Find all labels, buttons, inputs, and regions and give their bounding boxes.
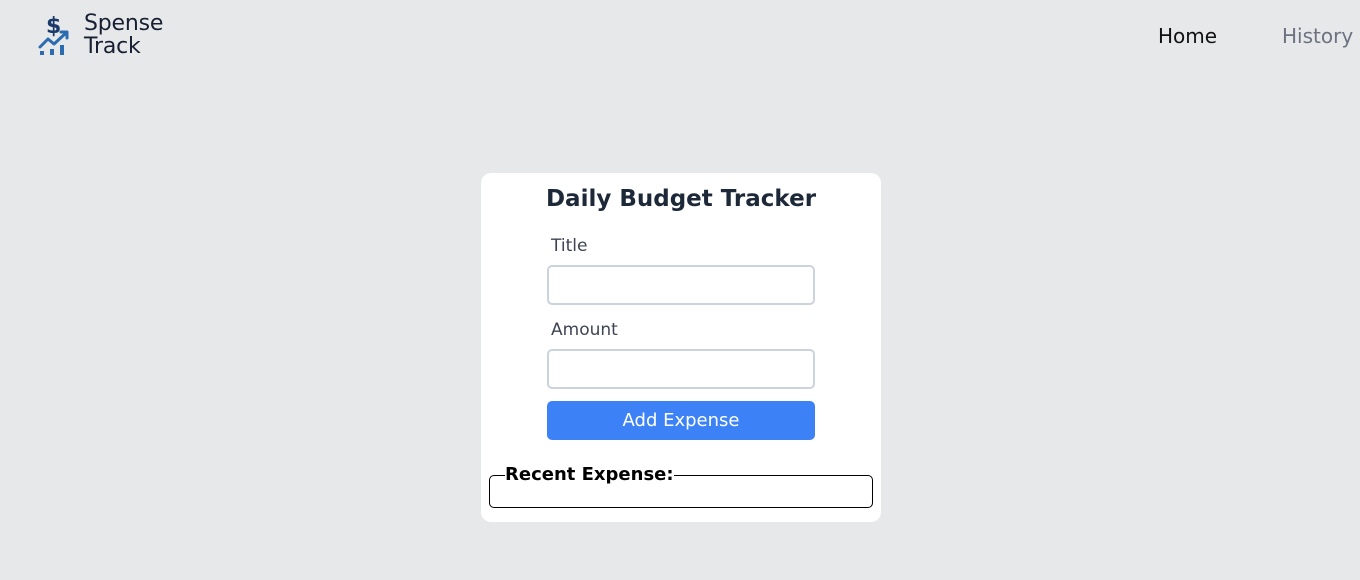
card-title: Daily Budget Tracker [545, 186, 817, 212]
add-expense-button[interactable]: Add Expense [547, 401, 815, 440]
app-name-line1: Spense [84, 11, 164, 36]
amount-input[interactable] [547, 349, 815, 389]
recent-expense-box: Recent Expense: [489, 466, 873, 508]
dollar-chart-icon: $ [38, 14, 69, 55]
nav-home-link[interactable]: Home [1158, 24, 1228, 48]
recent-expense-legend: Recent Expense: [505, 464, 674, 485]
app-name-line2: Track [84, 34, 141, 59]
svg-text:$: $ [46, 14, 61, 39]
amount-label: Amount [551, 320, 618, 340]
app-logo[interactable]: $ Spense Track [34, 12, 163, 58]
nav-history-link[interactable]: History [1282, 24, 1360, 48]
budget-card: Daily Budget Tracker Title Amount Add Ex… [481, 173, 881, 522]
title-input[interactable] [547, 265, 815, 305]
app-header: $ Spense Track Home History [0, 0, 1360, 80]
title-label: Title [551, 236, 588, 256]
app-name: Spense Track [84, 12, 163, 58]
